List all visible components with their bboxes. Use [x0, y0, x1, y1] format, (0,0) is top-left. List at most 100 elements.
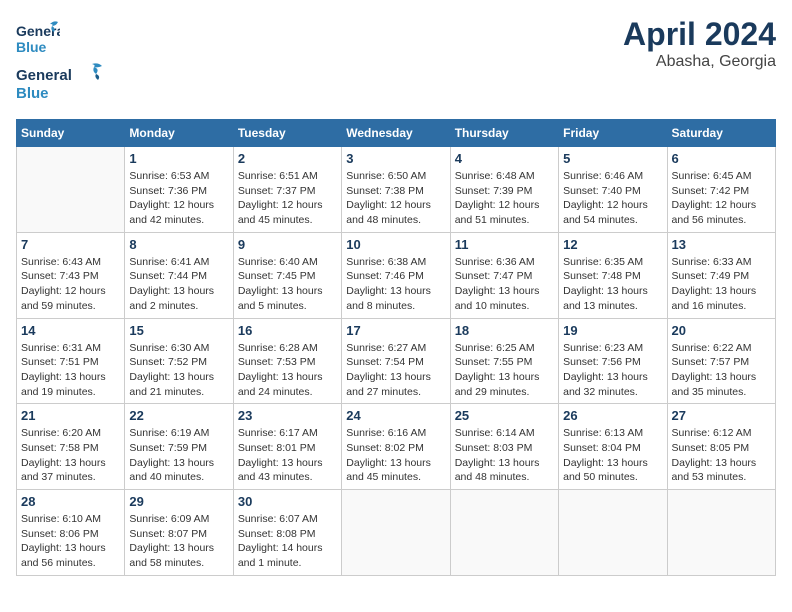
- day-number: 13: [672, 237, 771, 252]
- calendar-cell: 25Sunrise: 6:14 AMSunset: 8:03 PMDayligh…: [450, 404, 558, 490]
- calendar-cell: [450, 490, 558, 576]
- calendar-cell: 19Sunrise: 6:23 AMSunset: 7:56 PMDayligh…: [559, 318, 667, 404]
- day-number: 3: [346, 151, 445, 166]
- day-number: 19: [563, 323, 662, 338]
- calendar-cell: 2 Sunrise: 6:51 AMSunset: 7:37 PMDaylight…: [233, 147, 341, 233]
- day-info: Sunrise: 6:16 AMSunset: 8:02 PMDaylight:…: [346, 426, 445, 485]
- calendar-week-row: 1Sunrise: 6:53 AMSunset: 7:36 PMDaylight…: [17, 147, 776, 233]
- day-number: 29: [129, 494, 228, 509]
- day-number: 9: [238, 237, 337, 252]
- day-info: Sunrise: 6:27 AMSunset: 7:54 PMDaylight:…: [346, 341, 445, 400]
- day-number: 16: [238, 323, 337, 338]
- day-number: 4: [455, 151, 554, 166]
- calendar-cell: 23 Sunrise: 6:17 AMSunset: 8:01 PMDayligh…: [233, 404, 341, 490]
- day-number: 1: [129, 151, 228, 166]
- logo: General Blue General Blue: [16, 16, 116, 107]
- calendar-cell: 28 Sunrise: 6:10 AMSunset: 8:06 PMDayligh…: [17, 490, 125, 576]
- day-info: Sunrise: 6:10 AMSunset: 8:06 PMDaylight:…: [21, 512, 120, 571]
- calendar-cell: 17Sunrise: 6:27 AMSunset: 7:54 PMDayligh…: [342, 318, 450, 404]
- day-number: 5: [563, 151, 662, 166]
- weekday-header-wednesday: Wednesday: [342, 120, 450, 147]
- day-info: Sunrise: 6:35 AMSunset: 7:48 PMDaylight:…: [563, 255, 662, 314]
- day-number: 20: [672, 323, 771, 338]
- day-info: Sunrise: 6:14 AMSunset: 8:03 PMDaylight:…: [455, 426, 554, 485]
- day-info: Sunrise: 6:25 AMSunset: 7:55 PMDaylight:…: [455, 341, 554, 400]
- day-number: 30: [238, 494, 337, 509]
- calendar-week-row: 7Sunrise: 6:43 AMSunset: 7:43 PMDaylight…: [17, 232, 776, 318]
- day-info: Sunrise: 6:19 AMSunset: 7:59 PMDaylight:…: [129, 426, 228, 485]
- logo-icon: General Blue: [16, 16, 60, 60]
- day-number: 7: [21, 237, 120, 252]
- calendar-cell: [667, 490, 775, 576]
- title-block: April 2024 Abasha, Georgia: [623, 16, 776, 71]
- calendar-cell: 11 Sunrise: 6:36 AMSunset: 7:47 PMDayligh…: [450, 232, 558, 318]
- calendar-cell: 3Sunrise: 6:50 AMSunset: 7:38 PMDaylight…: [342, 147, 450, 233]
- day-info: Sunrise: 6:28 AMSunset: 7:53 PMDaylight:…: [238, 341, 337, 400]
- calendar-cell: 15 Sunrise: 6:30 AMSunset: 7:52 PMDayligh…: [125, 318, 233, 404]
- day-number: 23: [238, 408, 337, 423]
- day-info: Sunrise: 6:46 AMSunset: 7:40 PMDaylight:…: [563, 169, 662, 228]
- day-number: 18: [455, 323, 554, 338]
- logo-full: General Blue: [16, 62, 116, 102]
- weekday-header-thursday: Thursday: [450, 120, 558, 147]
- day-info: Sunrise: 6:36 AMSunset: 7:47 PMDaylight:…: [455, 255, 554, 314]
- calendar-cell: 26 Sunrise: 6:13 AMSunset: 8:04 PMDayligh…: [559, 404, 667, 490]
- weekday-header-saturday: Saturday: [667, 120, 775, 147]
- calendar-week-row: 14Sunrise: 6:31 AMSunset: 7:51 PMDayligh…: [17, 318, 776, 404]
- day-number: 27: [672, 408, 771, 423]
- day-number: 6: [672, 151, 771, 166]
- day-info: Sunrise: 6:17 AMSunset: 8:01 PMDaylight:…: [238, 426, 337, 485]
- day-number: 11: [455, 237, 554, 252]
- day-number: 26: [563, 408, 662, 423]
- day-info: Sunrise: 6:48 AMSunset: 7:39 PMDaylight:…: [455, 169, 554, 228]
- weekday-header-friday: Friday: [559, 120, 667, 147]
- day-number: 8: [129, 237, 228, 252]
- day-number: 22: [129, 408, 228, 423]
- calendar-cell: 24Sunrise: 6:16 AMSunset: 8:02 PMDayligh…: [342, 404, 450, 490]
- calendar-cell: 12 Sunrise: 6:35 AMSunset: 7:48 PMDayligh…: [559, 232, 667, 318]
- calendar-cell: 29 Sunrise: 6:09 AMSunset: 8:07 PMDayligh…: [125, 490, 233, 576]
- day-number: 10: [346, 237, 445, 252]
- calendar-cell: 13 Sunrise: 6:33 AMSunset: 7:49 PMDayligh…: [667, 232, 775, 318]
- weekday-header-row: SundayMondayTuesdayWednesdayThursdayFrid…: [17, 120, 776, 147]
- day-info: Sunrise: 6:09 AMSunset: 8:07 PMDaylight:…: [129, 512, 228, 571]
- page-header: General Blue General Blue April 2024 Aba…: [16, 16, 776, 107]
- calendar-cell: [17, 147, 125, 233]
- calendar-cell: [342, 490, 450, 576]
- calendar-cell: 1Sunrise: 6:53 AMSunset: 7:36 PMDaylight…: [125, 147, 233, 233]
- calendar-cell: 20Sunrise: 6:22 AMSunset: 7:57 PMDayligh…: [667, 318, 775, 404]
- month-year-title: April 2024: [623, 16, 776, 53]
- calendar-week-row: 21Sunrise: 6:20 AMSunset: 7:58 PMDayligh…: [17, 404, 776, 490]
- day-info: Sunrise: 6:31 AMSunset: 7:51 PMDaylight:…: [21, 341, 120, 400]
- svg-text:General: General: [16, 67, 72, 84]
- day-info: Sunrise: 6:13 AMSunset: 8:04 PMDaylight:…: [563, 426, 662, 485]
- svg-text:Blue: Blue: [16, 39, 47, 55]
- calendar-table: SundayMondayTuesdayWednesdayThursdayFrid…: [16, 119, 776, 576]
- day-info: Sunrise: 6:33 AMSunset: 7:49 PMDaylight:…: [672, 255, 771, 314]
- calendar-cell: 8 Sunrise: 6:41 AMSunset: 7:44 PMDaylight…: [125, 232, 233, 318]
- day-info: Sunrise: 6:30 AMSunset: 7:52 PMDaylight:…: [129, 341, 228, 400]
- calendar-cell: 22 Sunrise: 6:19 AMSunset: 7:59 PMDayligh…: [125, 404, 233, 490]
- calendar-cell: 4 Sunrise: 6:48 AMSunset: 7:39 PMDaylight…: [450, 147, 558, 233]
- calendar-week-row: 28 Sunrise: 6:10 AMSunset: 8:06 PMDayligh…: [17, 490, 776, 576]
- day-number: 15: [129, 323, 228, 338]
- day-info: Sunrise: 6:51 AMSunset: 7:37 PMDaylight:…: [238, 169, 337, 228]
- day-info: Sunrise: 6:41 AMSunset: 7:44 PMDaylight:…: [129, 255, 228, 314]
- calendar-cell: 27Sunrise: 6:12 AMSunset: 8:05 PMDayligh…: [667, 404, 775, 490]
- day-info: Sunrise: 6:40 AMSunset: 7:45 PMDaylight:…: [238, 255, 337, 314]
- calendar-cell: 6 Sunrise: 6:45 AMSunset: 7:42 PMDaylight…: [667, 147, 775, 233]
- calendar-cell: 16 Sunrise: 6:28 AMSunset: 7:53 PMDayligh…: [233, 318, 341, 404]
- day-number: 2: [238, 151, 337, 166]
- calendar-cell: 10Sunrise: 6:38 AMSunset: 7:46 PMDayligh…: [342, 232, 450, 318]
- day-info: Sunrise: 6:45 AMSunset: 7:42 PMDaylight:…: [672, 169, 771, 228]
- day-number: 12: [563, 237, 662, 252]
- calendar-cell: 7Sunrise: 6:43 AMSunset: 7:43 PMDaylight…: [17, 232, 125, 318]
- location-subtitle: Abasha, Georgia: [623, 53, 776, 71]
- calendar-cell: [559, 490, 667, 576]
- day-number: 28: [21, 494, 120, 509]
- weekday-header-tuesday: Tuesday: [233, 120, 341, 147]
- calendar-cell: 30Sunrise: 6:07 AMSunset: 8:08 PMDayligh…: [233, 490, 341, 576]
- weekday-header-monday: Monday: [125, 120, 233, 147]
- svg-text:Blue: Blue: [16, 85, 49, 102]
- calendar-cell: 14Sunrise: 6:31 AMSunset: 7:51 PMDayligh…: [17, 318, 125, 404]
